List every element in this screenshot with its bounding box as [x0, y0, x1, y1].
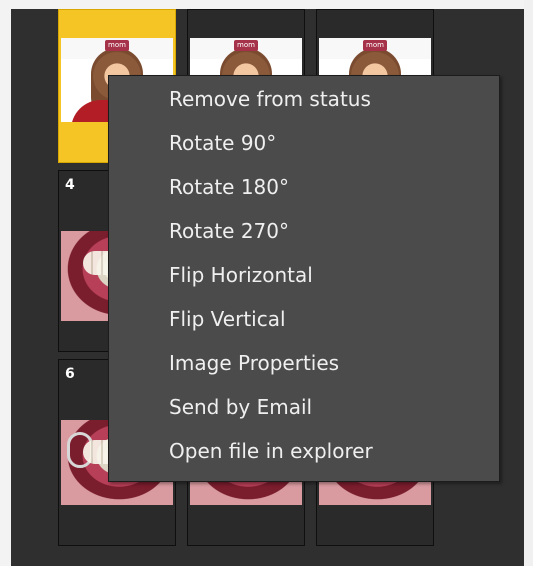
logo-icon: mom [105, 40, 129, 51]
menu-item-remove-from-status[interactable]: Remove from status [169, 82, 489, 116]
logo-icon: mom [363, 40, 387, 51]
vertical-scrollbar[interactable] [524, 0, 533, 566]
menu-item-rotate-180[interactable]: Rotate 180° [169, 170, 489, 204]
logo-icon: mom [234, 40, 258, 51]
menu-item-rotate-270[interactable]: Rotate 270° [169, 214, 489, 248]
menu-item-flip-vertical[interactable]: Flip Vertical [169, 302, 489, 336]
menu-item-send-by-email[interactable]: Send by Email [169, 390, 489, 424]
menu-item-flip-horizontal[interactable]: Flip Horizontal [169, 258, 489, 292]
tile-number: 4 [65, 177, 75, 193]
menu-item-image-properties[interactable]: Image Properties [169, 346, 489, 380]
context-menu: Remove from status Rotate 90° Rotate 180… [108, 75, 500, 482]
menu-item-open-file-in-explorer[interactable]: Open file in explorer [169, 434, 489, 468]
menu-item-rotate-90[interactable]: Rotate 90° [169, 126, 489, 160]
tile-number: 6 [65, 366, 75, 382]
